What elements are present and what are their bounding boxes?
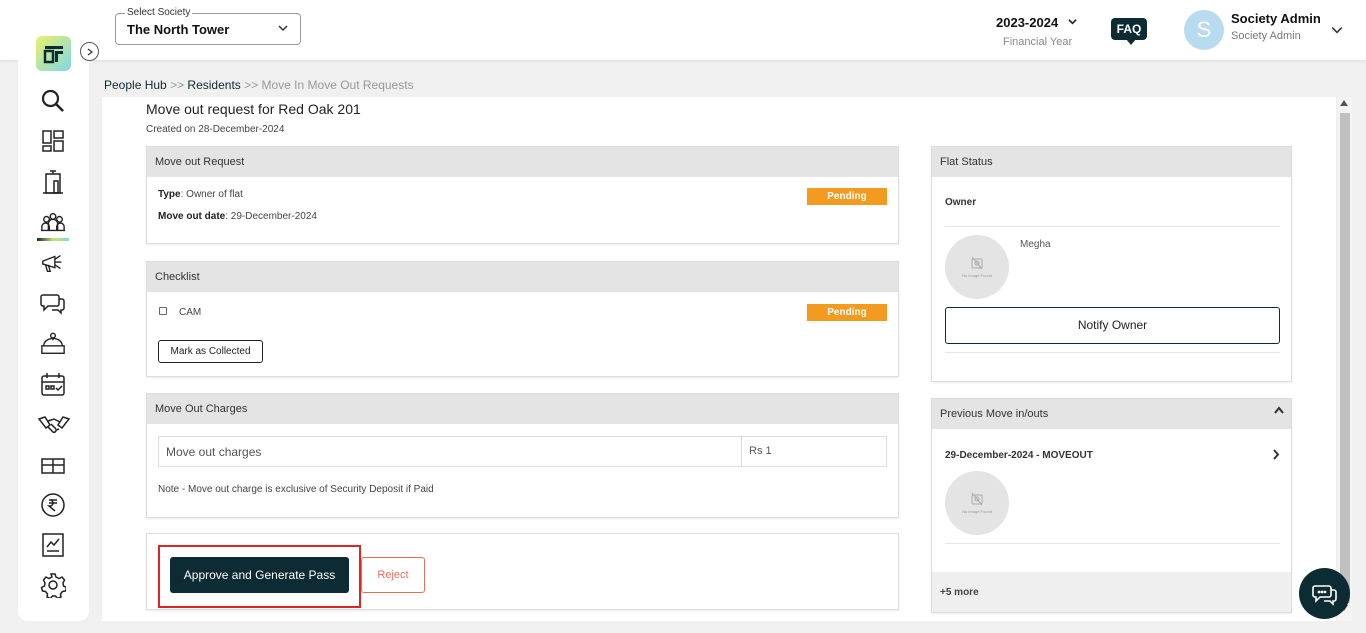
- divider: [945, 352, 1280, 353]
- cam-checkbox[interactable]: [159, 307, 167, 315]
- card-header: Flat Status: [932, 147, 1291, 177]
- move-out-date-value: : 29-December-2024: [225, 211, 317, 222]
- scrollbar-thumb[interactable]: [1340, 113, 1350, 603]
- sidebar: [18, 16, 89, 621]
- active-nav-indicator: [37, 238, 69, 241]
- card-header: Checklist: [147, 262, 898, 292]
- chat-bubble-icon: [1311, 584, 1337, 606]
- card-header: Previous Move in/outs: [932, 399, 1291, 429]
- previous-move-photo: No Image Found: [945, 471, 1009, 535]
- settings-icon[interactable]: [40, 572, 66, 598]
- society-select-value: The North Tower: [127, 22, 230, 37]
- page-title: Move out request for Red Oak 201: [146, 101, 361, 117]
- move-out-request-card: Move out Request: [146, 146, 899, 244]
- no-image-text: No Image Found: [962, 273, 992, 278]
- faq-button[interactable]: FAQ: [1111, 18, 1147, 45]
- breadcrumb-separator: >>: [244, 78, 259, 92]
- people-icon[interactable]: [40, 210, 66, 236]
- divider: [945, 543, 1280, 544]
- society-select-label: Select Society: [125, 7, 193, 18]
- divider: [945, 226, 1280, 227]
- highlight-box: [158, 545, 361, 608]
- financial-year-value: 2023-2024: [996, 15, 1059, 30]
- created-date: Created on 28-December-2024: [146, 124, 285, 135]
- card-header: Move out Request: [147, 147, 898, 177]
- type-label: Type: [158, 189, 181, 200]
- charges-table: Move out charges Rs 1: [158, 436, 887, 467]
- search-icon[interactable]: [40, 88, 66, 114]
- user-name: Society Admin: [1231, 11, 1321, 26]
- services-icon[interactable]: [40, 331, 66, 357]
- chat-support-button[interactable]: [1299, 568, 1350, 619]
- megaphone-icon[interactable]: [40, 250, 66, 276]
- chat-icon[interactable]: [40, 290, 66, 316]
- move-out-date-field: Move out date: 29-December-2024: [158, 211, 317, 222]
- user-role: Society Admin: [1231, 30, 1301, 42]
- chevron-up-icon[interactable]: [1274, 406, 1284, 414]
- chevron-down-icon: [1068, 19, 1077, 25]
- app-logo[interactable]: [36, 36, 71, 71]
- notify-owner-button[interactable]: Notify Owner: [945, 307, 1280, 344]
- checklist-item-label: CAM: [179, 307, 202, 318]
- dashboard-icon[interactable]: [40, 128, 66, 154]
- owner-name: Megha: [1020, 239, 1051, 250]
- logo-mark-icon: [43, 45, 63, 63]
- society-select[interactable]: Select Society The North Tower: [115, 7, 301, 45]
- status-badge: Pending: [807, 304, 887, 321]
- more-link[interactable]: +5 more: [940, 587, 979, 598]
- no-image-icon: [971, 492, 983, 506]
- owner-photo: No Image Found: [945, 235, 1009, 299]
- type-value: : Owner of flat: [180, 189, 243, 200]
- no-image-text: No Image Found: [962, 509, 992, 514]
- handshake-icon[interactable]: [38, 412, 70, 438]
- type-field: Type: Owner of flat: [158, 189, 243, 200]
- more-row[interactable]: +5 more: [932, 572, 1291, 612]
- chevron-right-icon[interactable]: [1272, 449, 1280, 460]
- charges-value-cell: Rs 1: [749, 445, 772, 457]
- breadcrumb-separator: >>: [170, 78, 185, 92]
- breadcrumb-people-hub[interactable]: People Hub: [104, 78, 167, 92]
- charges-label-cell: Move out charges: [159, 437, 742, 466]
- avatar[interactable]: S: [1184, 10, 1224, 50]
- previous-move-entry[interactable]: 29-December-2024 - MOVEOUT: [945, 450, 1093, 461]
- owner-label: Owner: [945, 197, 977, 208]
- building-icon[interactable]: [40, 169, 66, 195]
- charges-note: Note - Move out charge is exclusive of S…: [158, 484, 434, 495]
- sidebar-toggle-button[interactable]: [80, 42, 99, 61]
- move-out-date-label: Move out date: [158, 211, 226, 222]
- rupee-icon[interactable]: [40, 492, 66, 518]
- report-icon[interactable]: [40, 532, 66, 558]
- calendar-icon[interactable]: [40, 372, 66, 398]
- gift-icon[interactable]: [40, 452, 66, 478]
- card-header: Move Out Charges: [147, 394, 898, 424]
- breadcrumb-current: Move In Move Out Requests: [261, 78, 414, 92]
- reject-button[interactable]: Reject: [361, 557, 425, 593]
- top-bar: Select Society The North Tower 2023-2024…: [0, 0, 1366, 60]
- scroll-up-icon[interactable]: [1340, 100, 1348, 106]
- chevron-right-icon: [87, 48, 93, 55]
- no-image-icon: [971, 256, 983, 270]
- user-menu-chevron-icon[interactable]: [1331, 24, 1343, 36]
- breadcrumb-residents[interactable]: Residents: [187, 78, 240, 92]
- mark-collected-button[interactable]: Mark as Collected: [158, 340, 263, 363]
- breadcrumb: People Hub >> Residents >> Move In Move …: [104, 78, 414, 92]
- financial-year-select[interactable]: 2023-2024 Financial Year: [996, 14, 1080, 48]
- status-badge: Pending: [807, 188, 887, 205]
- financial-year-label: Financial Year: [1003, 36, 1073, 48]
- chevron-down-icon: [278, 25, 288, 32]
